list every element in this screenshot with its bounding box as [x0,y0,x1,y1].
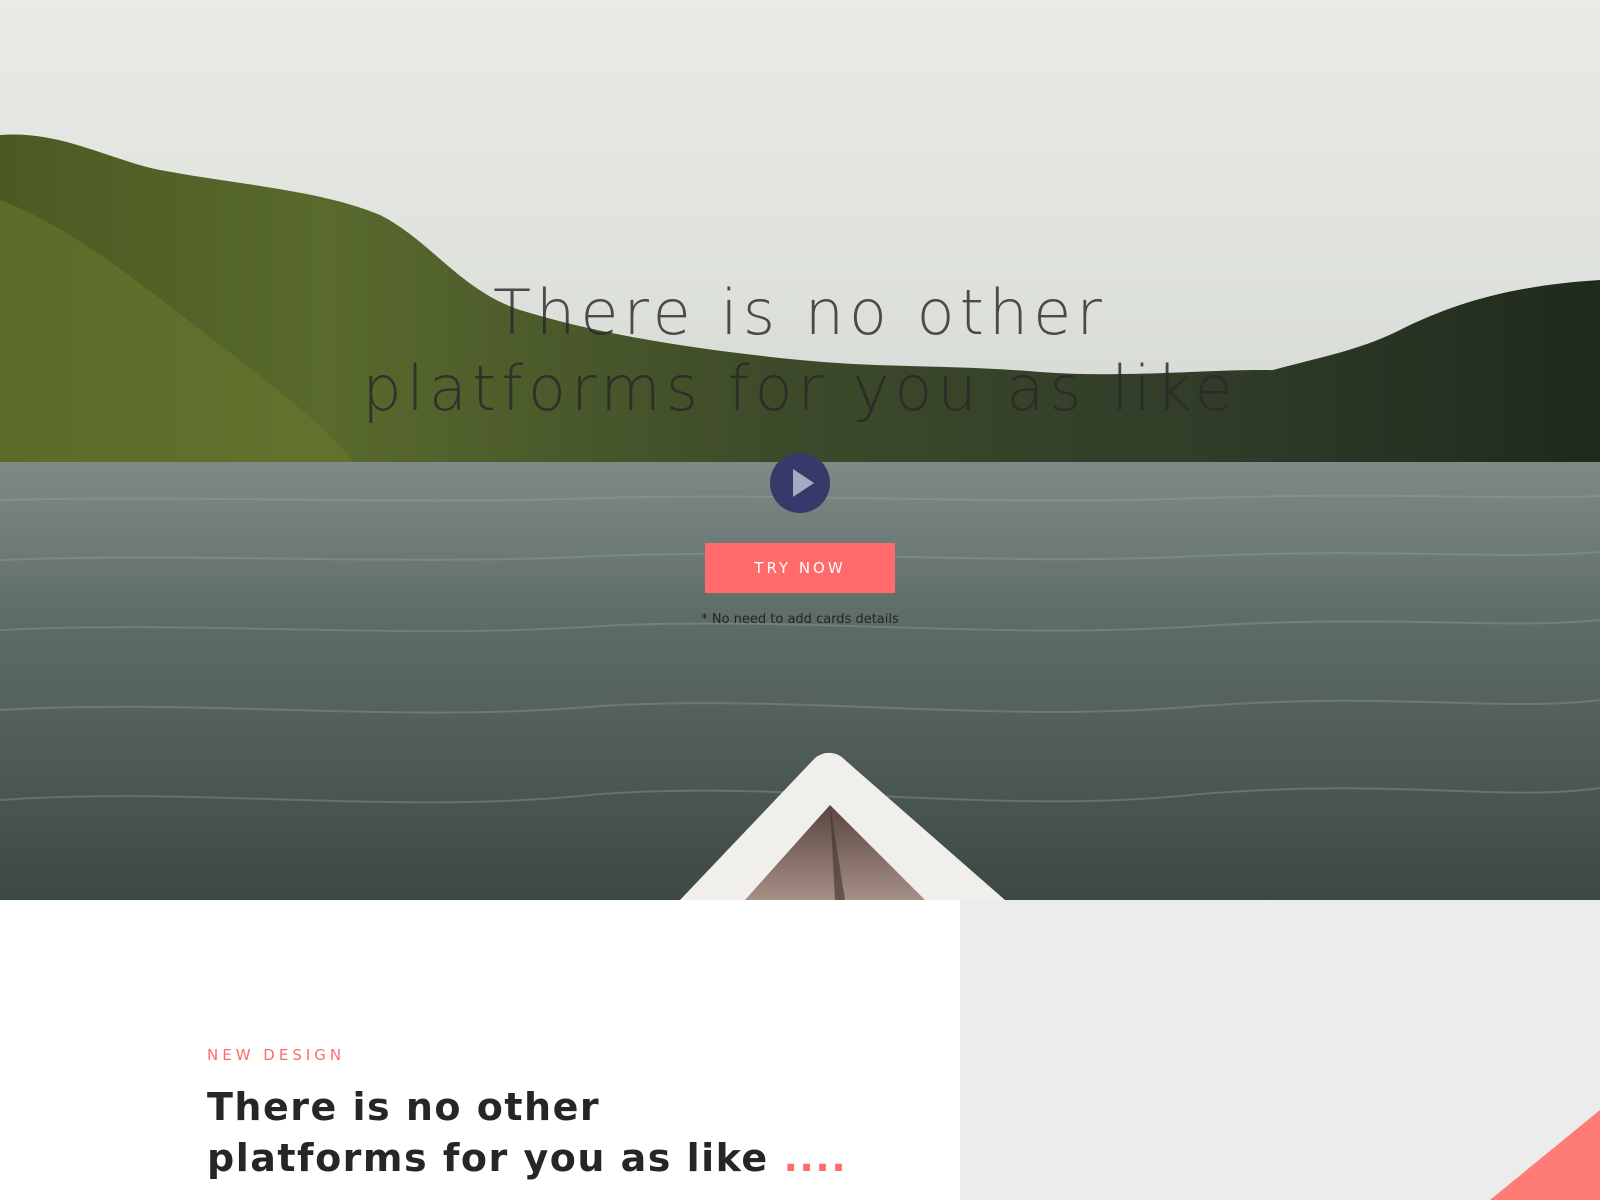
hero-title-line-1: There is no other [493,276,1107,349]
section-title: There is no other platforms for you as l… [207,1082,907,1184]
section-title-line-2: platforms for you as like .... [207,1133,907,1184]
corner-accent-shape [1490,1110,1600,1200]
feature-image-panel [960,900,1600,1200]
section-title-accent: .... [783,1136,848,1180]
section-title-line-1: There is no other [207,1085,601,1129]
play-icon [793,469,814,497]
hero-title: There is no other platforms for you as l… [0,275,1600,427]
section-eyebrow: NEW DESIGN [207,1046,346,1064]
hero-title-line-2: platforms for you as like [362,352,1238,425]
section-title-line-2-text: platforms for you as like [207,1136,769,1180]
play-video-button[interactable] [770,453,830,513]
hero-section: There is no other platforms for you as l… [0,0,1600,900]
hero-background-image [0,0,1600,900]
try-now-button[interactable]: TRY NOW [705,543,895,593]
hero-note: * No need to add cards details [701,612,899,627]
